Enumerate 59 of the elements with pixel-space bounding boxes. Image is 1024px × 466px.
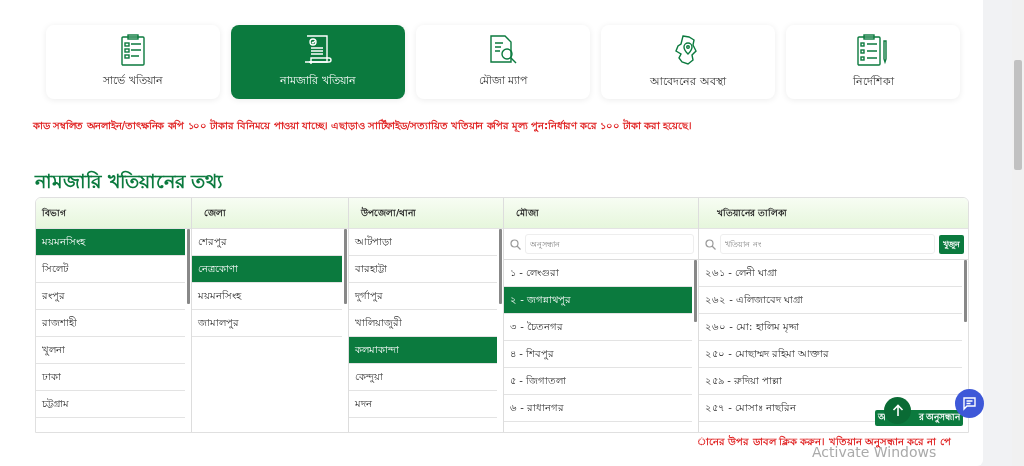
arrow-up-icon [891, 404, 904, 417]
clipboard-list-icon [856, 32, 890, 67]
column-header: উপজেলা/থানা [349, 198, 503, 229]
list-item[interactable]: ১ - লেংগুরা [510, 264, 559, 282]
column-header: খতিয়ানের তালিকা [699, 198, 968, 229]
list-item[interactable]: ২ - জগন্নাথপুর [504, 287, 692, 314]
list-item[interactable]: জামালপুর [198, 314, 239, 332]
nav-tab[interactable]: সার্ভে খতিয়ান [46, 25, 220, 99]
list-item[interactable]: নেত্রকোণা [192, 256, 342, 283]
list-item[interactable]: বারহাট্টা [355, 260, 387, 278]
column-header: বিভাগ [36, 198, 191, 229]
scroll-document-icon [303, 33, 333, 66]
document-search-icon [487, 33, 519, 66]
list-item[interactable]: ২৫০ - মোছাম্মদ রহিমা আক্তার [705, 345, 830, 363]
list-item[interactable]: কেন্দুয়া [355, 368, 383, 386]
list-item[interactable]: ময়মনসিংহ [36, 229, 185, 256]
list-item[interactable]: কলমাকান্দা [349, 337, 497, 364]
list-item[interactable]: ৩ - চৈতনগর [510, 318, 563, 336]
nav-tab[interactable]: মৌজা ম্যাপ [416, 25, 590, 99]
scrollbar-thumb[interactable] [187, 229, 190, 304]
list-item[interactable]: খালিয়াজুরী [355, 314, 402, 332]
list-item[interactable]: ঢাকা [42, 368, 61, 386]
section-heading: নামজারি খতিয়ানের তথ্য [35, 169, 225, 194]
scrollbar-thumb[interactable] [1014, 60, 1022, 170]
list-item[interactable]: ৬ - রাধানগর [510, 399, 564, 417]
list-item[interactable]: ২৬১ - লেনী ঘাগ্রা [705, 264, 778, 282]
list-item[interactable]: দুর্গাপুর [355, 287, 383, 305]
column-header: জেলা [192, 198, 348, 229]
list-item[interactable]: রাজশাহী [42, 314, 77, 332]
nav-tab[interactable]: আবেদনের অবস্থা [601, 25, 775, 99]
list-item[interactable]: আটপাড়া [355, 233, 392, 251]
list-item[interactable]: ময়মনসিংহ [198, 287, 241, 305]
notice-text: কাড সম্বলিত অনলাইন/তাৎক্ষনিক কপি ১০০ টাকার বিনিময়ে পাওয়া যাচ্ছে। এছাড়াও সার্টিফাইড/সত্যায়িত খতিয়ান কপির মূল্য পুন:নির্ধারণ করে ১০০ টাকা করা হয়েছে। [33, 118, 693, 134]
list-item[interactable]: রংপুর [42, 287, 65, 305]
list-item[interactable]: মদন [355, 395, 372, 413]
list-item[interactable]: ৪ - শিবপুর [510, 345, 554, 363]
list-item[interactable]: ২৬২ - এলিজাবেদ ঘাগ্রা [705, 291, 804, 309]
search-icon [705, 238, 716, 250]
column-header: মৌজা [504, 198, 698, 229]
search-icon [510, 238, 521, 250]
list-item[interactable]: ২৫৯ - রুদিয়া পাল্লা [705, 372, 783, 390]
search-button[interactable]: খুজুন [939, 234, 964, 254]
scrollbar-thumb[interactable] [964, 260, 967, 322]
list-item[interactable]: সিলেট [42, 260, 68, 278]
list-item[interactable]: ২৬০ - মো: হালিম মৃদ্দা [705, 318, 799, 336]
list-item[interactable]: ৫ - জিগাতলা [510, 372, 566, 390]
chat-icon [962, 396, 977, 411]
scrollbar-thumb[interactable] [694, 260, 697, 322]
list-item[interactable]: শেরপুর [198, 233, 227, 251]
scrollbar-thumb[interactable] [344, 229, 347, 304]
nav-tab[interactable]: নামজারি খতিয়ান [231, 25, 405, 99]
scrollbar-thumb[interactable] [499, 229, 502, 304]
search-field[interactable]: খতিয়ান নং [720, 234, 935, 254]
list-item[interactable]: খুলনা [42, 341, 65, 359]
checklist-icon [120, 33, 146, 66]
nav-tab[interactable]: নির্দেশিকা [786, 25, 960, 99]
list-item[interactable]: চট্টগ্রাম [42, 395, 69, 413]
search-field[interactable]: অনুসন্ধান [525, 234, 694, 254]
list-item[interactable]: ২৫৭ - মোসাঃ নাছরিন [705, 399, 797, 417]
